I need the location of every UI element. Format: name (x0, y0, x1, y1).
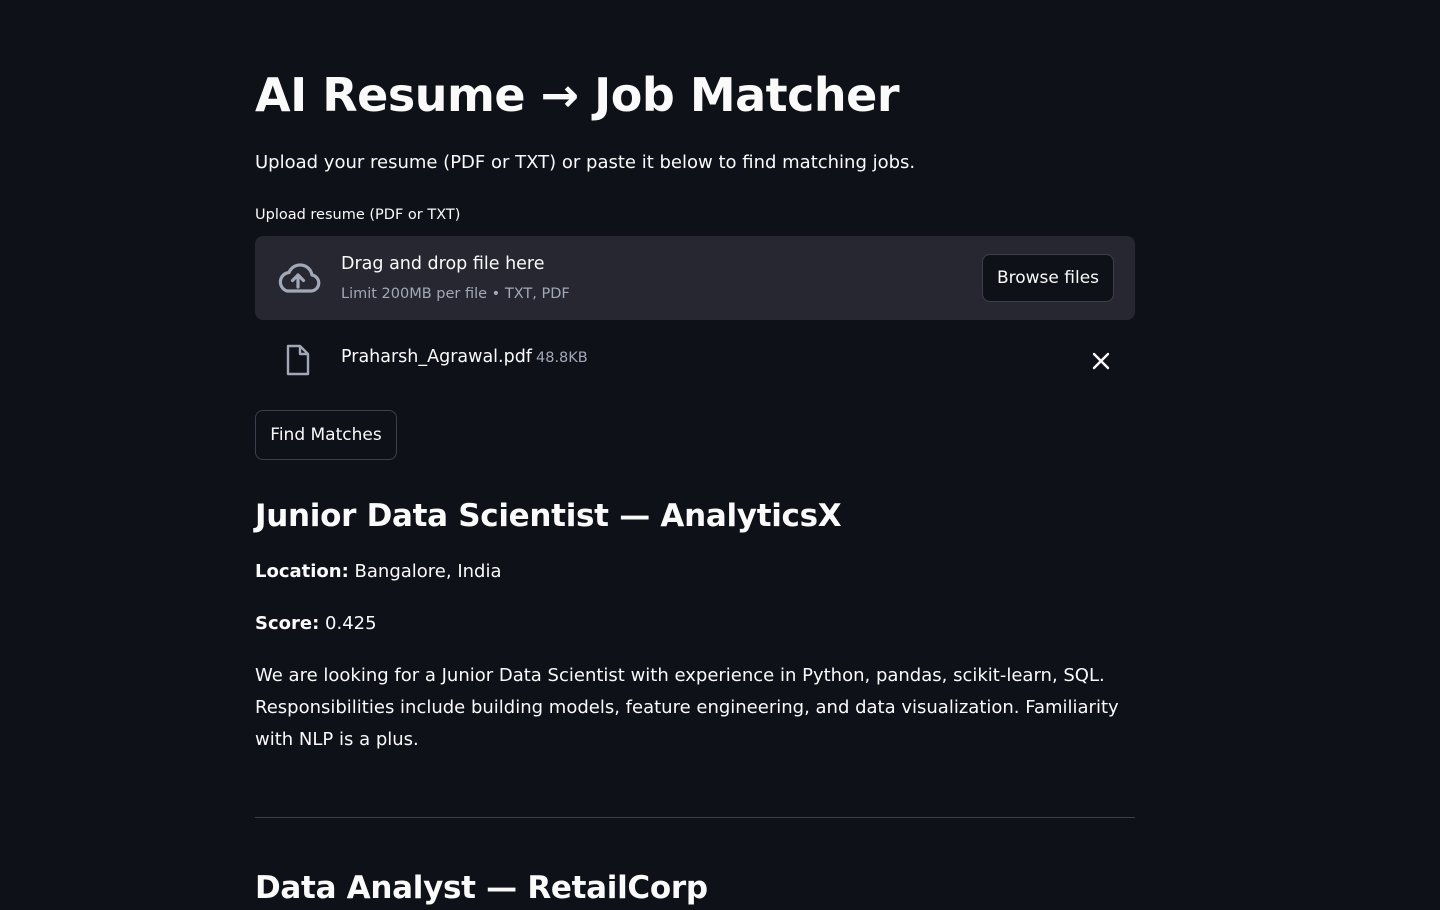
uploaded-file-size: 48.8KB (536, 350, 588, 366)
uploaded-file-row: Praharsh_Agrawal.pdf 48.8KB (255, 336, 1135, 384)
page-title: AI Resume → Job Matcher (255, 68, 900, 122)
page-subtitle: Upload your resume (PDF or TXT) or paste… (255, 152, 916, 173)
job-location-value: Bangalore, India (354, 561, 502, 582)
job-description: We are looking for a Junior Data Scienti… (255, 665, 1119, 750)
job-location: Location: Bangalore, India (255, 559, 502, 585)
find-matches-button[interactable]: Find Matches (255, 410, 397, 460)
dropzone-title: Drag and drop file here (341, 254, 545, 274)
job-location-label: Location: (255, 561, 349, 582)
dropzone-limit: Limit 200MB per file • TXT, PDF (341, 286, 570, 302)
job-title-next: Data Analyst — RetailCorp (255, 870, 708, 906)
job-title: Junior Data Scientist — AnalyticsX (255, 498, 842, 534)
browse-files-button[interactable]: Browse files (982, 254, 1114, 302)
uploader-label: Upload resume (PDF or TXT) (255, 207, 461, 223)
section-divider (255, 817, 1135, 818)
file-icon (286, 344, 310, 376)
cloud-upload-icon (278, 263, 321, 293)
uploaded-file-name: Praharsh_Agrawal.pdf (341, 347, 532, 367)
job-score-value: 0.425 (325, 613, 377, 634)
file-dropzone[interactable]: Drag and drop file here Limit 200MB per … (255, 236, 1135, 320)
close-icon[interactable] (1090, 350, 1112, 372)
job-score: Score: 0.425 (255, 611, 377, 637)
job-score-label: Score: (255, 613, 320, 634)
